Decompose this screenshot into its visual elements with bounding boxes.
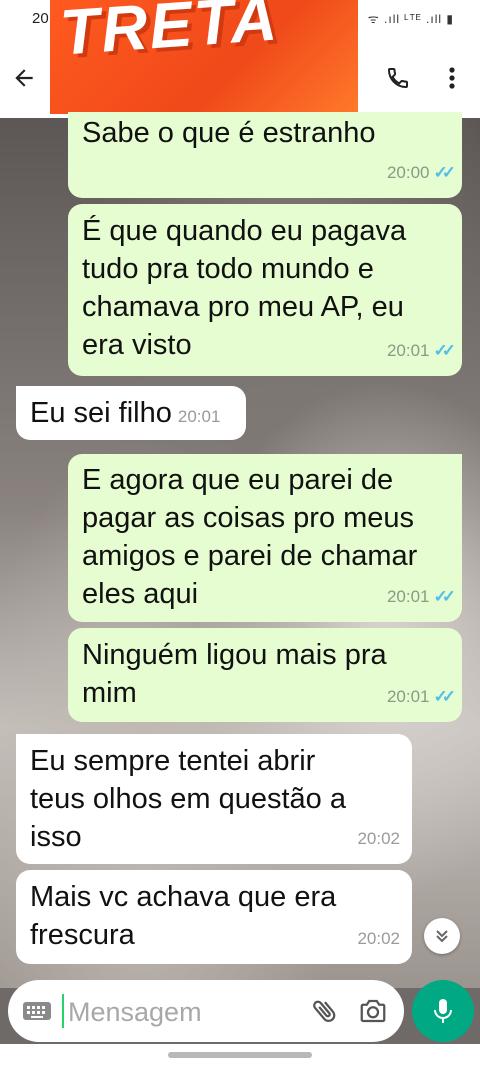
text-cursor bbox=[62, 994, 64, 1028]
status-icons: ᯤ .ıll ᴸᵀᴱ .ıll ▮ bbox=[367, 12, 454, 26]
message-meta: 20:02 bbox=[357, 920, 400, 958]
message-time: 20:01 bbox=[386, 587, 430, 606]
more-vert-icon[interactable] bbox=[440, 62, 464, 94]
chat-header: 20 ᯤ .ıll ᴸᵀᴱ .ıll ▮ TRETA bbox=[0, 0, 480, 118]
camera-icon[interactable] bbox=[358, 996, 388, 1026]
message-bubble-incoming[interactable]: Eu sempre tentei abrir teus olhos em que… bbox=[16, 734, 412, 864]
read-ticks-icon: ✓✓ bbox=[433, 163, 456, 182]
read-ticks-icon: ✓✓ bbox=[433, 341, 456, 360]
message-text: Mais vc achava que era frescura bbox=[30, 881, 337, 951]
attach-icon[interactable] bbox=[310, 995, 340, 1027]
message-composer bbox=[8, 980, 404, 1042]
message-text: Sabe o que é estranho bbox=[82, 117, 376, 149]
microphone-icon bbox=[434, 999, 452, 1023]
message-meta: 20:01 ✓✓ bbox=[386, 332, 456, 370]
double-chevron-down-icon bbox=[436, 930, 448, 943]
read-ticks-icon: ✓✓ bbox=[433, 587, 456, 606]
message-input[interactable] bbox=[66, 992, 300, 1032]
message-bubble-outgoing[interactable]: E agora que eu parei de pagar as coisas … bbox=[68, 454, 462, 622]
phone-icon[interactable] bbox=[383, 62, 413, 94]
read-ticks-icon: ✓✓ bbox=[433, 687, 456, 706]
message-meta: 20:00 ✓✓ bbox=[386, 154, 456, 192]
message-bubble-outgoing[interactable]: É que quando eu pagava tudo pra todo mun… bbox=[68, 204, 462, 376]
scroll-down-button[interactable] bbox=[424, 918, 460, 954]
message-time: 20:02 bbox=[357, 929, 400, 948]
message-row: Eu sei filho 20:01 bbox=[30, 386, 232, 436]
message-text: Eu sempre tentei abrir teus olhos em que… bbox=[30, 745, 346, 853]
message-meta: 20:01 ✓✓ bbox=[386, 678, 456, 716]
message-time: 20:02 bbox=[357, 829, 400, 848]
message-meta: 20:01 ✓✓ bbox=[386, 578, 456, 616]
banner-text: TRETA bbox=[57, 0, 281, 69]
message-time: 20:01 bbox=[386, 687, 430, 706]
message-bubble-incoming[interactable]: Mais vc achava que era frescura 20:02 bbox=[16, 870, 412, 964]
message-bubble-incoming[interactable]: Eu sei filho 20:01 bbox=[16, 386, 246, 440]
message-text: Eu sei filho bbox=[30, 397, 172, 429]
home-indicator[interactable] bbox=[168, 1052, 312, 1058]
message-bubble-outgoing[interactable]: Ninguém ligou mais pra mim 20:01 ✓✓ bbox=[68, 628, 462, 722]
arrow-left-icon[interactable] bbox=[8, 62, 40, 94]
message-time: 20:00 bbox=[386, 163, 430, 182]
voice-record-button[interactable] bbox=[412, 980, 474, 1042]
message-time: 20:01 bbox=[386, 341, 430, 360]
message-time: 20:01 bbox=[177, 407, 221, 426]
message-meta: 20:02 bbox=[357, 820, 400, 858]
keyboard-icon[interactable] bbox=[22, 998, 52, 1024]
status-time: 20 bbox=[32, 10, 49, 27]
message-bubble-outgoing[interactable]: Sabe o que é estranho 20:00 ✓✓ bbox=[68, 112, 462, 198]
banner-logo: TRETA bbox=[50, 0, 358, 114]
